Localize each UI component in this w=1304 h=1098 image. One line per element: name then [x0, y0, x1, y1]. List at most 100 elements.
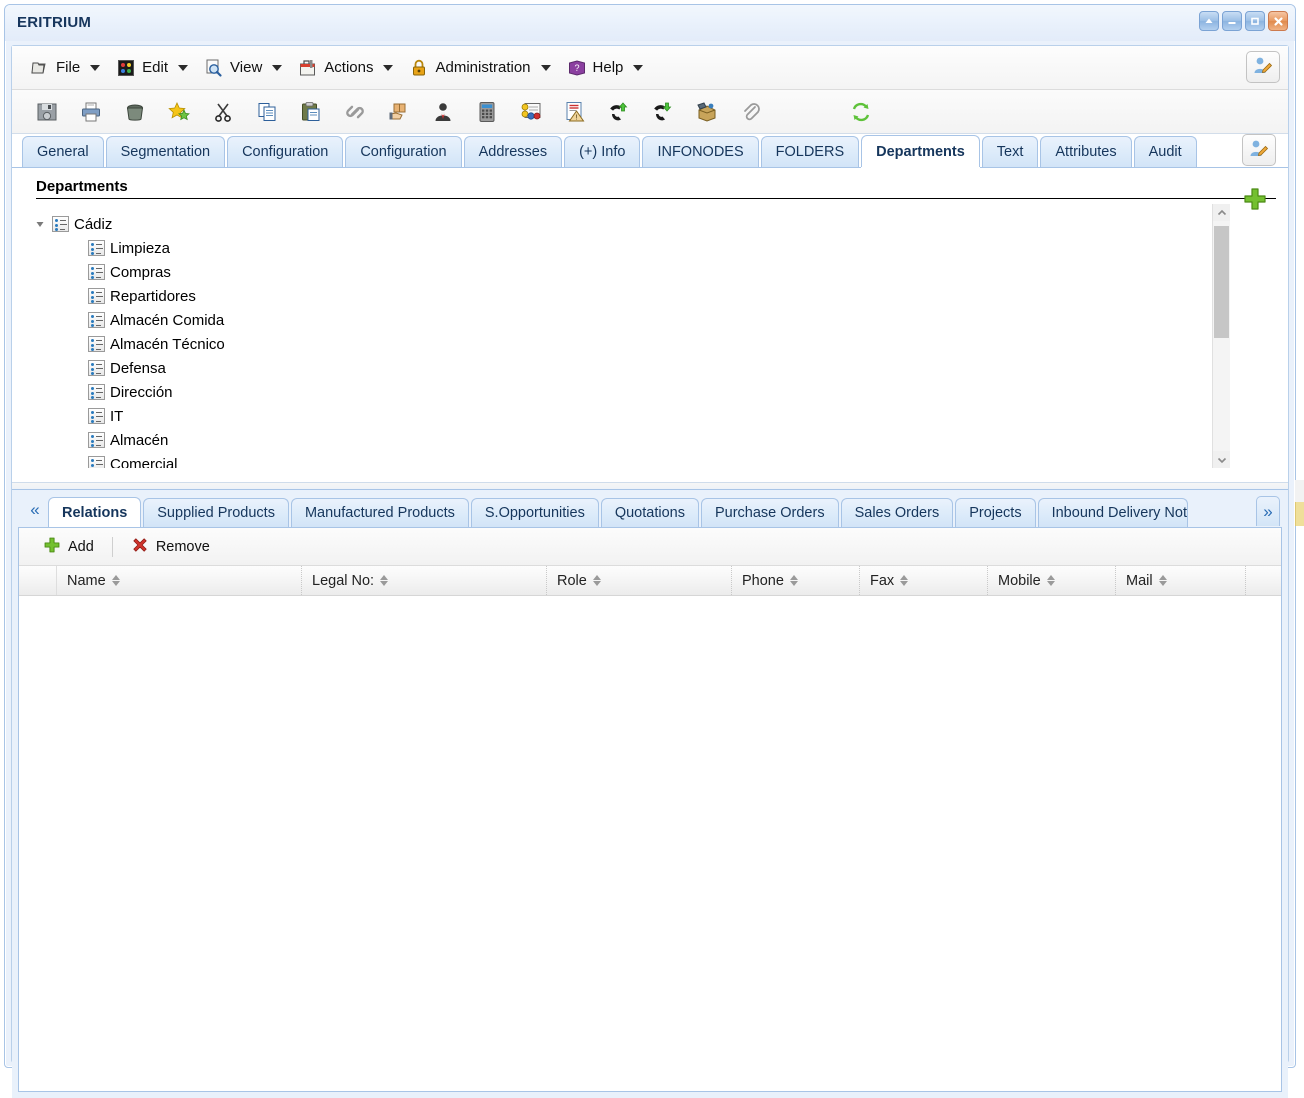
tree-node-almacen-tecnico[interactable]: Almacén Técnico: [26, 332, 1212, 356]
btab-supplied-products[interactable]: Supplied Products: [143, 498, 289, 527]
tree-node-defensa[interactable]: Defensa: [26, 356, 1212, 380]
tab-audit[interactable]: Audit: [1133, 136, 1197, 167]
tree-node-almacen[interactable]: Almacén: [26, 428, 1212, 452]
grid-column-role[interactable]: Role: [547, 566, 732, 595]
remove-cross-icon: [131, 536, 149, 558]
menu-view[interactable]: View: [198, 54, 292, 82]
copy-icon[interactable]: [254, 99, 280, 125]
favorite-star-icon[interactable]: [166, 99, 192, 125]
btab-sales-orders[interactable]: Sales Orders: [840, 498, 954, 527]
grid-column-fax[interactable]: Fax: [860, 566, 988, 595]
chevron-down-icon: [272, 64, 283, 71]
tree-node-limpieza[interactable]: Limpieza: [26, 236, 1212, 260]
btab-quotations[interactable]: Quotations: [600, 498, 699, 527]
btab-s-opportunities[interactable]: S.Opportunities: [470, 498, 599, 527]
grid-column-phone[interactable]: Phone: [732, 566, 860, 595]
contact-person-icon[interactable]: [430, 99, 456, 125]
tab-configuration-1[interactable]: Configuration: [227, 136, 344, 167]
add-department-button[interactable]: [1240, 186, 1270, 216]
maximize-button[interactable]: [1245, 11, 1265, 31]
btab-relations[interactable]: Relations: [48, 497, 142, 527]
open-box-icon[interactable]: [694, 99, 720, 125]
scroll-up-arrow-icon[interactable]: [1213, 204, 1230, 221]
contacts-card-icon[interactable]: [518, 99, 544, 125]
tree-node-almacen-comida[interactable]: Almacén Comida: [26, 308, 1212, 332]
tree-node-label: Comercial: [110, 455, 178, 469]
btab-projects[interactable]: Projects: [955, 498, 1036, 527]
grid-column-mail[interactable]: Mail: [1116, 566, 1246, 595]
tree-node-label: Almacén Comida: [110, 311, 225, 329]
outgoing-call-icon[interactable]: [650, 99, 676, 125]
scroll-down-arrow-icon[interactable]: [1213, 451, 1230, 468]
sort-arrows-icon: [1046, 575, 1055, 586]
paste-icon[interactable]: [298, 99, 324, 125]
tree-node-label: Compras: [110, 263, 171, 281]
grid-column-mobile[interactable]: Mobile: [988, 566, 1116, 595]
tabs-scroll-left-button[interactable]: «: [24, 499, 46, 521]
minimize-button[interactable]: [1222, 11, 1242, 31]
link-icon[interactable]: [342, 99, 368, 125]
grid-column-legal-no-label: Legal No:: [312, 572, 375, 589]
menu-administration[interactable]: Administration: [403, 54, 560, 82]
tabstrip-user-edit-button[interactable]: [1242, 134, 1276, 166]
menu-help-label: Help: [592, 59, 624, 76]
rollup-button[interactable]: [1199, 11, 1219, 31]
close-button[interactable]: [1268, 11, 1288, 31]
grid-toolbar: Add Remove: [19, 528, 1281, 566]
tabs-scroll-right-button[interactable]: »: [1256, 496, 1280, 526]
save-icon[interactable]: [34, 99, 60, 125]
tab-text[interactable]: Text: [981, 136, 1039, 167]
report-warning-icon[interactable]: !: [562, 99, 588, 125]
remove-relation-button[interactable]: Remove: [121, 533, 220, 561]
relations-tab-content: Add Remove Name Legal No: Role Phone Fax…: [18, 527, 1282, 1092]
background-edge-grey: [1295, 480, 1304, 502]
tree-node-repartidores[interactable]: Repartidores: [26, 284, 1212, 308]
cut-scissors-icon[interactable]: [210, 99, 236, 125]
tree-node-comercial[interactable]: Comercial: [26, 452, 1212, 468]
tab-segmentation[interactable]: Segmentation: [105, 136, 226, 167]
departments-panel: Departments Cádiz Limpieza Compras Repar…: [12, 168, 1288, 482]
tab-departments[interactable]: Departments: [861, 135, 980, 167]
incoming-call-icon[interactable]: [606, 99, 632, 125]
menu-actions[interactable]: Actions: [292, 54, 403, 82]
tab-plus-info[interactable]: (+) Info: [564, 136, 641, 167]
menu-file[interactable]: File: [24, 54, 110, 82]
grid-body-empty[interactable]: [19, 597, 1281, 1091]
tab-general[interactable]: General: [22, 136, 104, 167]
tree-node-cadiz[interactable]: Cádiz: [26, 212, 1212, 236]
menubar-user-edit-button[interactable]: [1246, 51, 1280, 83]
tab-attributes[interactable]: Attributes: [1040, 136, 1132, 167]
grid-column-name[interactable]: Name: [57, 566, 302, 595]
menu-help[interactable]: ? Help: [561, 54, 654, 82]
tree-node-it[interactable]: IT: [26, 404, 1212, 428]
trash-icon[interactable]: [122, 99, 148, 125]
scrollbar-thumb[interactable]: [1214, 226, 1229, 338]
attachment-clip-icon[interactable]: [738, 99, 764, 125]
btab-inbound-delivery-notes[interactable]: Inbound Delivery Notes: [1037, 498, 1188, 527]
menu-bar: File Edit View Actions Administration ? …: [12, 46, 1288, 90]
menu-edit[interactable]: Edit: [110, 54, 198, 82]
grid-column-legal-no[interactable]: Legal No:: [302, 566, 547, 595]
bottom-panel: « Relations Supplied Products Manufactur…: [12, 490, 1288, 1098]
package-delivery-icon[interactable]: [386, 99, 412, 125]
tab-addresses[interactable]: Addresses: [463, 136, 563, 167]
expand-collapse-triangle-icon[interactable]: [32, 216, 48, 232]
heading-underline: [36, 198, 1276, 199]
tab-folders[interactable]: FOLDERS: [760, 136, 860, 167]
help-book-icon: ?: [567, 58, 587, 78]
tree-node-compras[interactable]: Compras: [26, 260, 1212, 284]
sort-arrows-icon: [111, 575, 120, 586]
main-tabstrip: General Segmentation Configuration Confi…: [12, 134, 1288, 168]
panel-splitter[interactable]: [12, 482, 1288, 490]
btab-purchase-orders[interactable]: Purchase Orders: [700, 498, 839, 527]
add-relation-button[interactable]: Add: [33, 533, 104, 561]
refresh-sync-icon[interactable]: [848, 99, 874, 125]
btab-manufactured-products[interactable]: Manufactured Products: [290, 498, 469, 527]
tab-infonodes[interactable]: INFONODES: [642, 136, 759, 167]
tree-node-label: Repartidores: [110, 287, 196, 305]
tree-node-direccion[interactable]: Dirección: [26, 380, 1212, 404]
tab-configuration-2[interactable]: Configuration: [345, 136, 462, 167]
departments-tree-scrollbar[interactable]: [1212, 204, 1230, 468]
print-icon[interactable]: [78, 99, 104, 125]
calculator-icon[interactable]: [474, 99, 500, 125]
